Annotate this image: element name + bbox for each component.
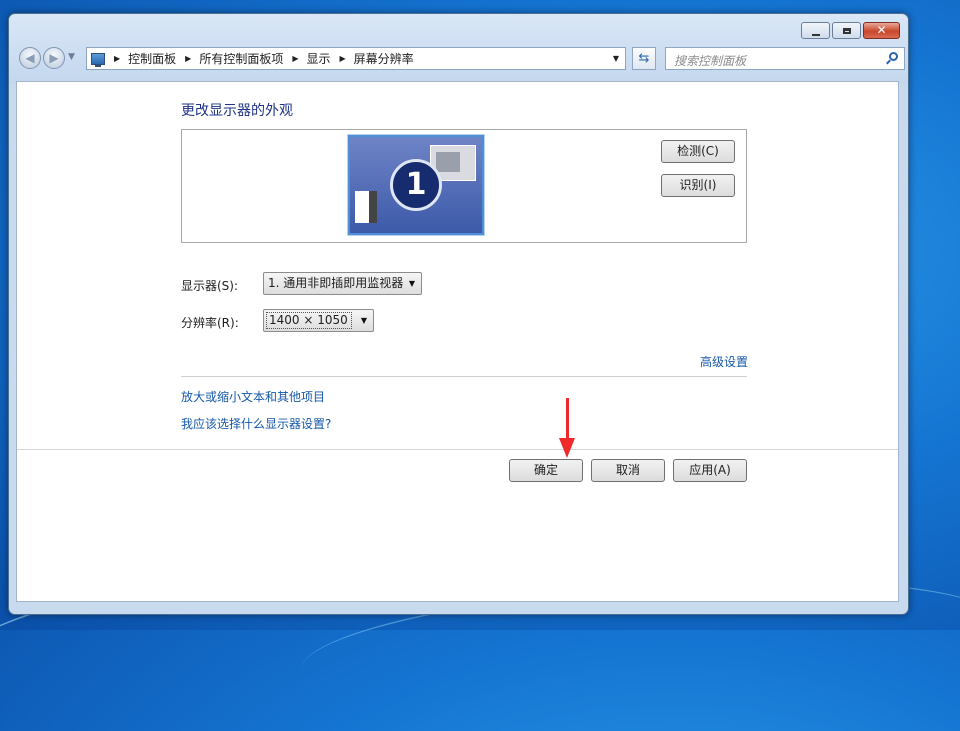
footer-divider xyxy=(17,449,898,450)
resolution-label: 分辨率(R): xyxy=(181,316,239,330)
detect-button[interactable]: 检测(C) xyxy=(661,140,735,163)
back-button[interactable]: ◀ xyxy=(19,47,41,69)
minimize-button[interactable] xyxy=(801,22,830,39)
content-area: 更改显示器的外观 1 检测(C) 识别(I) 显示器(S): 1. 通用非即插即… xyxy=(16,81,899,602)
caption-buttons: ✕ xyxy=(801,22,900,39)
display-select[interactable]: 1. 通用非即插即用监视器 ▼ xyxy=(263,272,422,295)
baidu-watermark-url: jingyan.baidu.com xyxy=(735,585,855,600)
apply-button[interactable]: 应用(A) xyxy=(673,459,747,482)
monitor-1-tile[interactable]: 1 xyxy=(348,135,484,235)
back-arrow-icon: ◀ xyxy=(25,51,35,65)
text-size-link[interactable]: 放大或缩小文本和其他项目 xyxy=(181,388,325,405)
ok-button[interactable]: 确定 xyxy=(509,459,583,482)
refresh-button[interactable]: ⇆ xyxy=(632,47,656,70)
breadcrumb-control-panel[interactable]: 控制面板 xyxy=(128,50,176,67)
breadcrumb-display[interactable]: 显示 xyxy=(307,50,331,67)
recent-pages-dropdown[interactable]: ▼ xyxy=(68,52,75,62)
monitor-number-badge: 1 xyxy=(390,159,442,211)
forward-arrow-icon: ▶ xyxy=(49,51,59,65)
chevron-down-icon: ▼ xyxy=(408,279,415,288)
search-box[interactable]: 搜索控制面板 xyxy=(665,47,905,70)
monitor-preview-panel: 1 检测(C) 识别(I) xyxy=(181,129,747,243)
cancel-button[interactable]: 取消 xyxy=(591,459,665,482)
annotation-arrow-head-icon xyxy=(559,438,575,458)
maximize-button[interactable] xyxy=(832,22,861,39)
page-title: 更改显示器的外观 xyxy=(181,103,293,119)
search-placeholder: 搜索控制面板 xyxy=(674,54,747,68)
display-label: 显示器(S): xyxy=(181,279,239,293)
preview-document-icon xyxy=(355,191,377,223)
address-bar[interactable]: ▶ 控制面板 ▶ 所有控制面板项 ▶ 显示 ▶ 屏幕分辨率 ▼ xyxy=(86,47,626,70)
close-icon: ✕ xyxy=(876,23,887,37)
identify-button[interactable]: 识别(I) xyxy=(661,174,735,197)
close-button[interactable]: ✕ xyxy=(863,22,900,39)
breadcrumb-screen-resolution[interactable]: 屏幕分辨率 xyxy=(354,50,414,67)
display-help-link[interactable]: 我应该选择什么显示器设置? xyxy=(181,415,331,432)
forward-button[interactable]: ▶ xyxy=(43,47,65,69)
resolution-select-value: 1400 × 1050 xyxy=(266,312,352,329)
breadcrumb-separator-icon[interactable]: ▶ xyxy=(292,54,298,63)
breadcrumb-separator-icon[interactable]: ▶ xyxy=(114,54,120,63)
search-icon[interactable] xyxy=(889,52,898,61)
screen-resolution-window: ✕ ◀ ▶ ▼ ▶ 控制面板 ▶ 所有控制面板项 ▶ 显示 ▶ 屏幕分辨率 ▼ … xyxy=(8,13,909,615)
breadcrumb-all-items[interactable]: 所有控制面板项 xyxy=(199,50,283,67)
control-panel-icon xyxy=(91,52,105,67)
maximize-icon xyxy=(842,27,851,34)
baidu-watermark: Baidu经验 xyxy=(736,543,893,578)
breadcrumb-separator-icon[interactable]: ▶ xyxy=(185,54,191,63)
chevron-down-icon: ▼ xyxy=(360,316,367,325)
refresh-icon: ⇆ xyxy=(638,51,650,66)
divider xyxy=(181,376,747,377)
minimize-icon xyxy=(811,33,820,36)
navigation-bar: ◀ ▶ ▼ ▶ 控制面板 ▶ 所有控制面板项 ▶ 显示 ▶ 屏幕分辨率 ▼ ⇆ … xyxy=(16,46,905,72)
display-select-value: 1. 通用非即插即用监视器 xyxy=(268,276,404,290)
resolution-select[interactable]: 1400 × 1050 ▼ xyxy=(263,309,374,332)
breadcrumb-separator-icon[interactable]: ▶ xyxy=(340,54,346,63)
address-history-dropdown-icon[interactable]: ▼ xyxy=(613,54,619,63)
advanced-settings-link[interactable]: 高级设置 xyxy=(700,353,748,370)
